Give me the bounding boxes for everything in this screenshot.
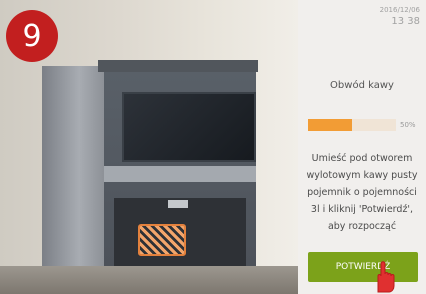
touch-panel: 2016/12/06 13 38 Obwód kawy 50% Umieść p… — [298, 0, 426, 294]
machine-side-panel — [42, 66, 104, 294]
counter-surface — [0, 266, 298, 294]
machine-display — [122, 92, 256, 162]
progress-bar — [308, 119, 396, 131]
hand-pointer-icon — [377, 261, 395, 293]
step-number-badge: 9 — [6, 10, 58, 62]
time-label: 13 38 — [391, 16, 420, 27]
date-label: 2016/12/06 — [379, 6, 420, 14]
machine-drip-grid — [138, 224, 186, 256]
progress-bar-fill — [308, 119, 352, 131]
machine-band — [104, 166, 256, 182]
step-number: 9 — [22, 18, 42, 54]
machine-top — [98, 60, 258, 72]
progress-percent: 50% — [400, 121, 416, 129]
panel-title: Obwód kawy — [330, 80, 394, 91]
machine-spout — [168, 200, 188, 208]
instruction-text: Umieść pod otworem wylotowym kawy pusty … — [306, 153, 418, 232]
datetime: 2016/12/06 13 38 — [380, 6, 420, 27]
